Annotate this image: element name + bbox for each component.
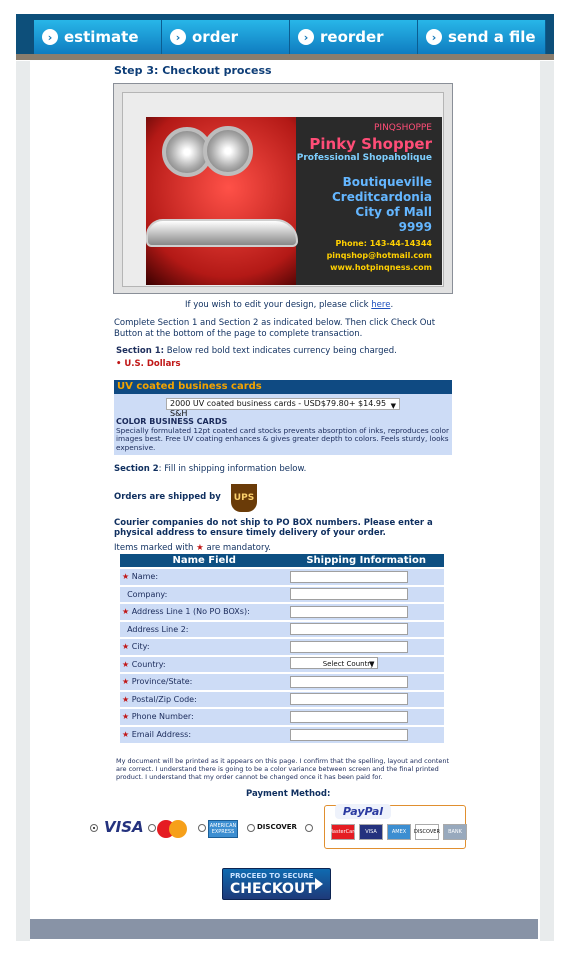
product-description: COLOR BUSINESS CARDS Specially formulated… bbox=[116, 417, 449, 452]
section-1: Section 1: Below red bold text indicates… bbox=[116, 346, 397, 356]
tab-send-a-file[interactable]: › send a file bbox=[418, 20, 546, 54]
amex-radio[interactable] bbox=[198, 824, 206, 832]
arrow-right-icon: › bbox=[426, 29, 442, 45]
product-select[interactable]: 2000 UV coated business cards - USD$79.8… bbox=[166, 398, 400, 418]
bank-icon: BANK bbox=[443, 824, 467, 840]
visa-radio[interactable] bbox=[90, 824, 98, 832]
amex-icon: AMEX bbox=[387, 824, 411, 840]
tab-reorder[interactable]: › reorder bbox=[290, 20, 418, 54]
mastercard-radio[interactable] bbox=[148, 824, 156, 832]
payment-options: VISA AMERICAN EXPRESS DISCOVER PayPal Ma… bbox=[90, 804, 470, 851]
country-select[interactable]: Select Country ▼ bbox=[290, 657, 379, 670]
field-label: Address Line 2: bbox=[120, 619, 289, 638]
paypal-logo-box: PayPal MasterCard VISA AMEX DISCOVER BAN… bbox=[324, 804, 467, 849]
postal-code-input[interactable] bbox=[290, 693, 409, 706]
arrow-right-icon bbox=[315, 878, 323, 890]
section-2: Section 2: Fill in shipping information … bbox=[114, 464, 307, 474]
visa-icon: VISA bbox=[359, 824, 383, 840]
headlight-image bbox=[203, 126, 253, 176]
business-card-preview: PINQSHOPPE Pinky Shopper Professional Sh… bbox=[146, 117, 442, 285]
discover-radio[interactable] bbox=[247, 824, 255, 832]
chevron-down-icon: ▼ bbox=[368, 660, 375, 669]
name-input[interactable] bbox=[290, 570, 409, 583]
paypal-radio[interactable] bbox=[305, 824, 313, 832]
card-website: www.hotpinqness.com bbox=[330, 263, 432, 272]
field-label: ★ Phone Number: bbox=[120, 707, 289, 726]
address2-input[interactable] bbox=[290, 623, 409, 636]
courier-notice: Courier companies do not ship to PO BOX … bbox=[114, 518, 433, 538]
product-box: UV coated business cards 2000 UV coated … bbox=[114, 380, 452, 455]
payment-method-label: Payment Method: bbox=[246, 789, 331, 799]
discover-icon: DISCOVER bbox=[414, 824, 440, 840]
amex-logo: AMERICAN EXPRESS bbox=[208, 820, 238, 838]
ups-logo: UPS bbox=[231, 484, 257, 512]
address1-input[interactable] bbox=[290, 605, 409, 618]
card-company: PINQSHOPPE bbox=[373, 123, 432, 133]
column-header: Shipping Information bbox=[288, 554, 444, 568]
mastercard-icon: MasterCard bbox=[329, 824, 357, 840]
shipping-form: Name Field Shipping Information ★ Name: C… bbox=[120, 554, 444, 743]
field-label: Company: bbox=[120, 584, 289, 603]
shipping-label: Orders are shipped by bbox=[114, 492, 221, 502]
currency-label: • U.S. Dollars bbox=[116, 359, 181, 369]
edit-design-link[interactable]: here bbox=[371, 300, 390, 310]
field-label: ★ Country: bbox=[120, 654, 289, 673]
design-preview: PINQSHOPPE Pinky Shopper Professional Sh… bbox=[113, 83, 453, 294]
page-title: Step 3: Checkout process bbox=[114, 64, 272, 77]
mandatory-note: Items marked with ★ are mandatory. bbox=[114, 543, 271, 553]
field-label: ★ Name: bbox=[120, 567, 289, 586]
discover-logo: DISCOVER bbox=[257, 823, 297, 831]
tab-estimate[interactable]: › estimate bbox=[34, 20, 162, 54]
field-label: ★ Address Line 1 (No PO BOXs): bbox=[120, 602, 289, 621]
chevron-down-icon: ▼ bbox=[390, 402, 396, 410]
visa-logo: VISA bbox=[104, 818, 144, 836]
order-disclaimer: My document will be printed as it appear… bbox=[116, 757, 450, 781]
field-label: ★ Postal/Zip Code: bbox=[120, 689, 289, 708]
mastercard-logo bbox=[157, 820, 187, 838]
preview-frame: PINQSHOPPE Pinky Shopper Professional Sh… bbox=[122, 92, 444, 287]
column-header: Name Field bbox=[120, 554, 289, 568]
city-input[interactable] bbox=[290, 640, 409, 653]
field-label: ★ City: bbox=[120, 637, 289, 656]
product-heading: UV coated business cards bbox=[114, 380, 452, 394]
card-email: pinqshop@hotmail.com bbox=[326, 251, 432, 260]
field-label: ★ Province/State: bbox=[120, 672, 289, 691]
phone-input[interactable] bbox=[290, 710, 409, 723]
tab-order[interactable]: › order bbox=[162, 20, 290, 54]
card-phone: Phone: 143-44-14344 bbox=[335, 239, 432, 248]
arrow-right-icon: › bbox=[42, 29, 58, 45]
company-input[interactable] bbox=[290, 588, 409, 601]
arrow-right-icon: › bbox=[170, 29, 186, 45]
paypal-card-logos: MasterCard VISA AMEX DISCOVER BANK bbox=[329, 824, 467, 840]
arrow-right-icon: › bbox=[298, 29, 314, 45]
card-name: Pinky Shopper bbox=[309, 135, 432, 153]
bumper-image bbox=[146, 219, 298, 247]
edit-design-hint: If you wish to edit your design, please … bbox=[185, 300, 394, 310]
paypal-logo: PayPal bbox=[335, 804, 391, 819]
card-address: Boutiqueville Creditcardonia City of Mall 9… bbox=[331, 175, 432, 234]
checkout-button[interactable]: PROCEED TO SECURE CHECKOUT bbox=[222, 868, 331, 900]
email-input[interactable] bbox=[290, 728, 409, 741]
card-title: Professional Shopaholique bbox=[296, 153, 432, 163]
field-label: ★ Email Address: bbox=[120, 724, 289, 743]
province-input[interactable] bbox=[290, 675, 409, 688]
tab-bar: › estimate › order › reorder › send a file bbox=[34, 20, 546, 54]
footer-bar bbox=[30, 919, 538, 939]
checkout-instructions: Complete Section 1 and Section 2 as indi… bbox=[114, 318, 436, 339]
